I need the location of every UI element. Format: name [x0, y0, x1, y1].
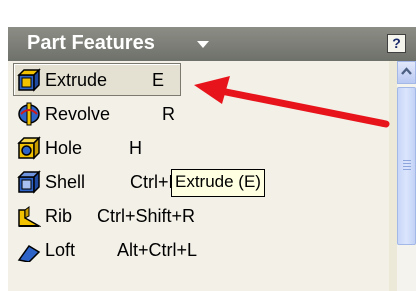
- annotation-arrow: [194, 76, 390, 128]
